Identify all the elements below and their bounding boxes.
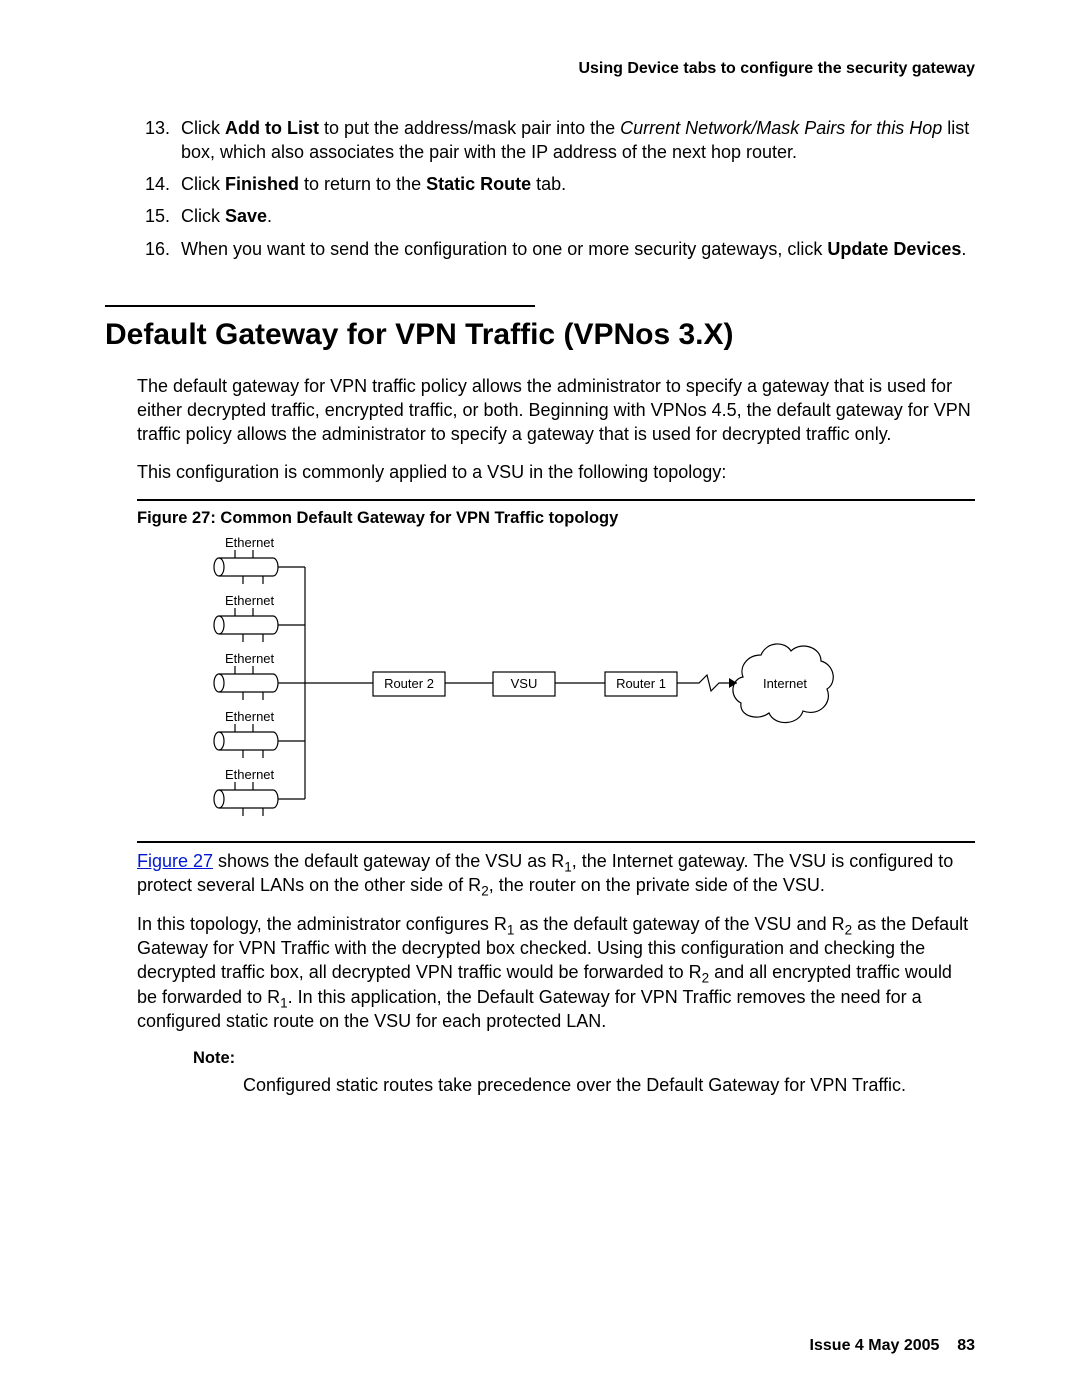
- paragraph: Figure 27 shows the default gateway of t…: [137, 849, 975, 898]
- svg-text:Ethernet: Ethernet: [225, 593, 275, 608]
- page-footer: Issue 4 May 2005 83: [810, 1335, 975, 1357]
- footer-issue: Issue 4 May 2005: [810, 1337, 940, 1354]
- step-16: When you want to send the configuration …: [175, 237, 975, 261]
- figure-link[interactable]: Figure 27: [137, 851, 213, 871]
- note-body: Configured static routes take precedence…: [243, 1073, 975, 1097]
- paragraph: In this topology, the administrator conf…: [137, 912, 975, 1033]
- section-divider: [105, 305, 535, 307]
- running-header: Using Device tabs to configure the secur…: [105, 58, 975, 80]
- paragraph: This configuration is commonly applied t…: [137, 460, 975, 484]
- step-13: Click Add to List to put the address/mas…: [175, 116, 975, 165]
- figure-caption: Figure 27: Common Default Gateway for VP…: [137, 507, 975, 529]
- ethernet-label: Ethernet: [225, 535, 275, 550]
- step-14: Click Finished to return to the Static R…: [175, 172, 975, 196]
- figure-diagram: .lbl { font: 13px Arial, sans-serif; } .…: [213, 535, 975, 835]
- figure-bottom-rule: [137, 841, 975, 843]
- svg-text:Ethernet: Ethernet: [225, 767, 275, 782]
- footer-page-number: 83: [957, 1337, 975, 1354]
- topology-svg: .lbl { font: 13px Arial, sans-serif; } .…: [213, 535, 853, 835]
- internet-label: Internet: [763, 676, 807, 691]
- vsu-label: VSU: [511, 676, 538, 691]
- svg-text:Ethernet: Ethernet: [225, 709, 275, 724]
- document-page: Using Device tabs to configure the secur…: [0, 0, 1080, 1397]
- router2-label: Router 2: [384, 676, 434, 691]
- note-label: Note:: [193, 1047, 975, 1069]
- section-body: The default gateway for VPN traffic poli…: [137, 374, 975, 1098]
- step-15: Click Save.: [175, 204, 975, 228]
- router1-label: Router 1: [616, 676, 666, 691]
- svg-text:Ethernet: Ethernet: [225, 651, 275, 666]
- section-heading: Default Gateway for VPN Traffic (VPNos 3…: [105, 315, 975, 356]
- figure-top-rule: [137, 499, 975, 501]
- paragraph: The default gateway for VPN traffic poli…: [137, 374, 975, 447]
- numbered-steps: Click Add to List to put the address/mas…: [105, 116, 975, 261]
